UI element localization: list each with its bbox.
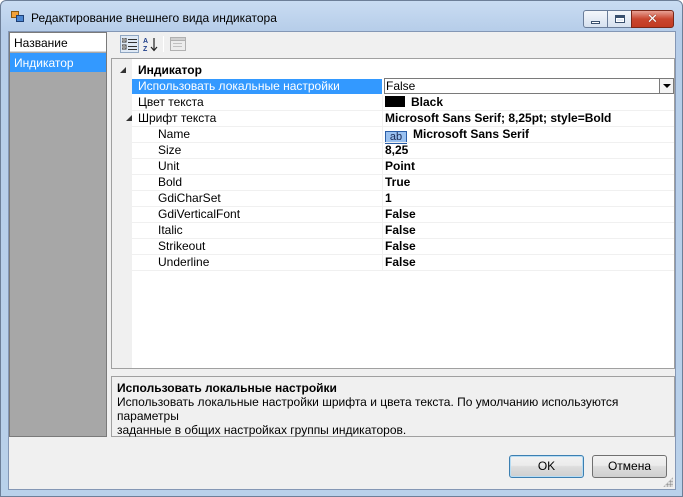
property-row-text-color[interactable]: Цвет текста Black <box>112 95 674 111</box>
property-value-field[interactable]: ab Microsoft Sans Serif <box>384 127 674 144</box>
property-row-font-underline[interactable]: Underline False <box>112 255 674 271</box>
dropdown-arrow-icon[interactable] <box>659 78 674 94</box>
list-item-indicator[interactable]: Индикатор <box>10 53 106 72</box>
property-value[interactable]: False <box>384 239 674 254</box>
property-pages-button[interactable] <box>168 35 187 53</box>
property-name: GdiVerticalFont <box>158 207 241 221</box>
alphabetical-button[interactable]: A Z <box>141 35 160 53</box>
property-value[interactable]: 8,25 <box>384 143 674 158</box>
property-row-gdi-charset[interactable]: GdiCharSet 1 <box>112 191 674 207</box>
property-pages-icon <box>169 37 186 51</box>
property-value[interactable]: Microsoft Sans Serif; 8,25pt; style=Bold <box>384 111 674 126</box>
property-row-font-size[interactable]: Size 8,25 <box>112 143 674 159</box>
property-row-font-bold[interactable]: Bold True <box>112 175 674 191</box>
minimize-button[interactable] <box>583 10 608 28</box>
property-value[interactable]: False <box>384 255 674 270</box>
indicator-list[interactable]: Название Индикатор <box>9 32 107 437</box>
dialog-window: Редактирование внешнего вида индикатора … <box>0 0 683 497</box>
property-value: Black <box>411 95 444 109</box>
property-value[interactable]: Point <box>384 159 674 174</box>
minimize-icon <box>591 20 600 24</box>
property-value[interactable]: False <box>384 207 674 222</box>
title-bar[interactable]: Редактирование внешнего вида индикатора … <box>1 1 682 31</box>
categorized-icon <box>122 37 137 50</box>
categorized-button[interactable] <box>120 35 139 53</box>
property-name: Strikeout <box>158 239 206 253</box>
property-row-font-unit[interactable]: Unit Point <box>112 159 674 175</box>
svg-text:Z: Z <box>143 46 148 52</box>
property-grid-toolbar: A Z <box>111 32 675 56</box>
property-value[interactable]: False <box>384 223 674 238</box>
property-grid[interactable]: Индикатор Использовать локальные настрой… <box>111 58 675 369</box>
list-column-header[interactable]: Название <box>10 33 106 52</box>
description-title: Использовать локальные настройки <box>117 381 337 395</box>
property-name: Использовать локальные настройки <box>138 79 340 93</box>
category-label: Индикатор <box>138 63 202 77</box>
property-value[interactable]: 1 <box>384 191 674 206</box>
property-name: Underline <box>158 255 210 269</box>
property-name: Цвет текста <box>138 95 204 109</box>
description-text-line-2: заданные в общих настройках группы индик… <box>117 423 407 437</box>
property-value: False <box>386 79 416 93</box>
property-row-font-name[interactable]: Name ab Microsoft Sans Serif <box>112 127 674 144</box>
property-row-use-local-settings[interactable]: Использовать локальные настройки False <box>112 78 674 95</box>
property-value[interactable]: True <box>384 175 674 190</box>
toolbar-separator <box>163 36 164 52</box>
description-pane: Использовать локальные настройки Использ… <box>111 376 675 437</box>
ok-button[interactable]: OK <box>509 455 584 478</box>
window-title: Редактирование внешнего вида индикатора <box>31 11 277 25</box>
property-row-font-strikeout[interactable]: Strikeout False <box>112 239 674 255</box>
alphabetical-sort-icon: A Z <box>143 38 157 52</box>
collapse-icon[interactable] <box>120 67 126 73</box>
description-text-line-1: Использовать локальные настройки шрифта … <box>117 395 619 423</box>
property-row-font-italic[interactable]: Italic False <box>112 223 674 239</box>
dialog-client-area: Название Индикатор A Z Индикатор Использ… <box>8 31 676 490</box>
app-icon <box>11 11 25 23</box>
maximize-button[interactable] <box>607 10 632 28</box>
property-value: Microsoft Sans Serif <box>413 127 530 141</box>
resize-grip-icon[interactable] <box>663 477 673 487</box>
property-value-dropdown[interactable]: False <box>384 78 674 94</box>
property-name: Italic <box>158 223 183 237</box>
collapse-icon[interactable] <box>126 115 132 121</box>
property-name: Name <box>158 127 191 141</box>
property-name: Шрифт текста <box>138 111 217 125</box>
property-name: Unit <box>158 159 180 173</box>
category-row[interactable]: Индикатор <box>112 63 674 79</box>
caption-buttons: ✕ <box>583 10 674 28</box>
close-icon: ✕ <box>647 11 658 27</box>
maximize-icon <box>614 15 625 23</box>
cancel-button[interactable]: Отмена <box>592 455 667 478</box>
color-swatch-icon <box>385 96 405 107</box>
svg-text:A: A <box>143 38 148 45</box>
property-name: GdiCharSet <box>158 191 221 205</box>
property-row-gdi-vertical-font[interactable]: GdiVerticalFont False <box>112 207 674 223</box>
property-value-field[interactable]: Black <box>384 95 674 110</box>
close-button[interactable]: ✕ <box>631 10 674 28</box>
property-row-text-font[interactable]: Шрифт текста Microsoft Sans Serif; 8,25p… <box>112 111 674 127</box>
property-name: Bold <box>158 175 183 189</box>
property-name: Size <box>158 143 182 157</box>
